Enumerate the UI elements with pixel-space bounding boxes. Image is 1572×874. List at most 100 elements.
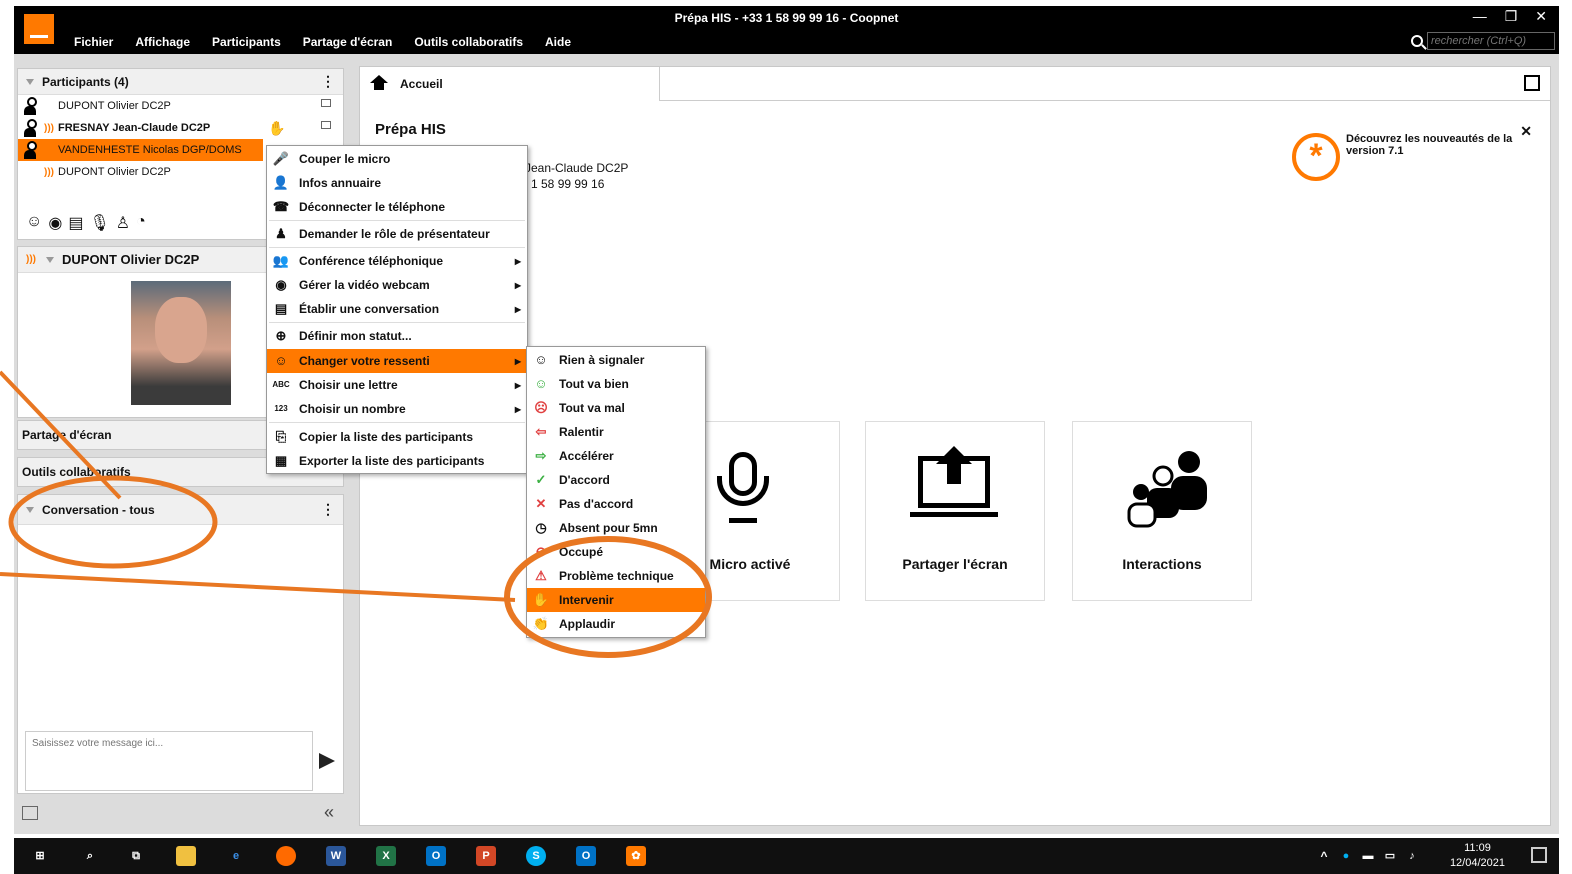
timer-icon[interactable]: ◔ <box>136 213 146 233</box>
group-icon: 👥 <box>272 253 290 268</box>
presenter-icon[interactable]: ♙ <box>116 213 130 233</box>
message-input[interactable] <box>25 731 313 791</box>
menu-export-list[interactable]: ▦ Exporter la liste des participants <box>267 449 527 473</box>
menu-choose-number[interactable]: 123 Choisir un nombre ▶ <box>267 397 527 421</box>
network-icon[interactable]: ▭ <box>1380 846 1400 866</box>
feeling-applaud[interactable]: 👏 Applaudir <box>527 612 705 636</box>
menu-fichier[interactable]: Fichier <box>74 35 113 49</box>
conversation-menu-icon[interactable]: ⋮ <box>321 501 335 518</box>
feeling-submenu: ☺ Rien à signaler ☺ Tout va bien ☹ Tout va … <box>526 346 706 638</box>
participant-row[interactable]: DUPONT Olivier DC2P <box>18 95 343 117</box>
tab-accueil[interactable]: Accueil <box>360 67 660 101</box>
separator <box>269 422 525 423</box>
outlook-icon[interactable]: O <box>426 846 446 866</box>
busy-icon: ⊖ <box>535 544 547 559</box>
file-explorer-icon[interactable] <box>176 846 196 866</box>
search-icon[interactable]: ⌕ <box>80 846 100 866</box>
send-icon[interactable] <box>319 753 335 769</box>
close-icon[interactable]: ✕ <box>1535 8 1547 25</box>
outlook-mail-icon[interactable]: O <box>576 846 596 866</box>
word-icon[interactable]: W <box>326 846 346 866</box>
panel-toggle-icon[interactable] <box>22 806 38 820</box>
menu-participants[interactable]: Participants <box>212 35 281 49</box>
menu-partage-ecran[interactable]: Partage d'écran <box>303 35 393 49</box>
microphone-icon[interactable]: 🎙 <box>89 213 109 233</box>
search-box <box>1411 32 1555 50</box>
menu-request-presenter[interactable]: ♟ Demander le rôle de présentateur <box>267 222 527 246</box>
webcam-icon: ◉ <box>275 277 287 292</box>
feeling-bad[interactable]: ☹ Tout va mal <box>527 396 705 420</box>
menu-phone-conference[interactable]: 👥 Conférence téléphonique ▶ <box>267 249 527 273</box>
close-icon[interactable]: ✕ <box>1520 123 1532 140</box>
feeling-busy[interactable]: ⊖ Occupé <box>527 540 705 564</box>
feeling-slow-down[interactable]: ⇦ Ralentir <box>527 420 705 444</box>
feeling-intervene[interactable]: ✋ Intervenir <box>527 588 705 612</box>
windows-start-icon[interactable]: ⊞ <box>30 846 50 866</box>
search-icon[interactable] <box>1411 35 1423 47</box>
feeling-nothing[interactable]: ☺ Rien à signaler <box>527 348 705 372</box>
sound-icon: ))) <box>44 122 54 134</box>
menu-set-status[interactable]: ⊕ Définir mon statut... <box>267 324 527 348</box>
smiley-icon[interactable]: ☺ <box>26 213 42 233</box>
participants-menu-icon[interactable]: ⋮ <box>321 73 335 90</box>
card-interactions[interactable]: Interactions <box>1072 421 1252 601</box>
participant-row-selected[interactable]: VANDENHESTE Nicolas DGP/DOMS <box>18 139 263 161</box>
feeling-tech-problem[interactable]: ⚠ Problème technique <box>527 564 705 588</box>
battery-icon[interactable]: ▬ <box>1358 846 1378 866</box>
presenter-icon: ♟ <box>275 226 287 241</box>
volume-icon[interactable]: ♪ <box>1402 846 1422 866</box>
collapse-icon[interactable] <box>26 506 34 513</box>
feeling-speed-up[interactable]: ⇨ Accélérer <box>527 444 705 468</box>
tray-chevron-icon[interactable]: ^ <box>1314 846 1334 866</box>
feeling-away[interactable]: ◷ Absent pour 5mn <box>527 516 705 540</box>
menu-outils[interactable]: Outils collaboratifs <box>414 35 523 49</box>
upload-arrow-stem-icon <box>947 462 961 484</box>
coopnet-icon[interactable]: ✿ <box>626 846 646 866</box>
submenu-arrow-icon: ▶ <box>514 356 521 366</box>
menu-copy-list[interactable]: ⎘ Copier la liste des participants <box>267 425 527 449</box>
menu-disconnect-phone[interactable]: ☎ Déconnecter le téléphone <box>267 195 527 219</box>
popout-icon[interactable] <box>1524 75 1540 91</box>
tray-skype-icon[interactable]: ● <box>1336 846 1356 866</box>
raised-hand-icon: ✋ <box>268 119 286 136</box>
edge-icon[interactable]: e <box>226 846 246 866</box>
menu-directory[interactable]: 👤 Infos annuaire <box>267 171 527 195</box>
participant-row[interactable]: ))) FRESNAY Jean-Claude DC2P ✋ <box>18 117 343 139</box>
search-input[interactable] <box>1427 32 1555 50</box>
firefox-icon[interactable] <box>276 846 296 866</box>
conversation-header[interactable]: Conversation - tous ⋮ <box>18 495 343 525</box>
feeling-agree[interactable]: ✓ D'accord <box>527 468 705 492</box>
menu-aide[interactable]: Aide <box>545 35 571 49</box>
menu-conversation[interactable]: ▤ Établir une conversation ▶ <box>267 297 527 321</box>
menu-change-feeling[interactable]: ☺ Changer votre ressenti ▶ <box>267 349 527 373</box>
conference-phone: 1 58 99 99 16 <box>531 177 605 191</box>
powerpoint-icon[interactable]: P <box>476 846 496 866</box>
news-text: Découvrez les nouveautés de la version 7… <box>1346 133 1513 157</box>
news-banner[interactable]: * Découvrez les nouveautés de la version… <box>1292 133 1532 181</box>
collapse-icon[interactable] <box>46 256 54 263</box>
clock-date: 12/04/2021 <box>1449 857 1505 869</box>
restore-icon[interactable]: ❐ <box>1505 8 1518 25</box>
menu-choose-letter[interactable]: ABC Choisir une lettre ▶ <box>267 373 527 397</box>
minimize-icon[interactable]: — <box>1473 8 1487 25</box>
feeling-disagree[interactable]: ✕ Pas d'accord <box>527 492 705 516</box>
participants-header[interactable]: Participants (4) ⋮ <box>18 69 343 95</box>
collapse-icon[interactable] <box>26 78 34 85</box>
menu-webcam[interactable]: ◉ Gérer la vidéo webcam ▶ <box>267 273 527 297</box>
clapping-icon: 👏 <box>532 616 550 631</box>
clock[interactable]: 11:09 12/04/2021 <box>1450 841 1505 871</box>
menu-mute[interactable]: 🎤 Couper le micro <box>267 147 527 171</box>
feeling-good[interactable]: ☺ Tout va bien <box>527 372 705 396</box>
collapse-panel-icon[interactable]: « <box>324 802 334 823</box>
skype-icon[interactable]: S <box>526 846 546 866</box>
card-share-screen[interactable]: Partager l'écran <box>865 421 1045 601</box>
excel-icon[interactable]: X <box>376 846 396 866</box>
contact-icon: 👤 <box>272 175 290 190</box>
webcam-icon[interactable]: ◉ <box>48 213 62 233</box>
menu-affichage[interactable]: Affichage <box>135 35 190 49</box>
happy-face-icon: ☺ <box>534 376 548 391</box>
task-view-icon[interactable]: ⧉ <box>126 846 146 866</box>
notification-icon[interactable] <box>1531 847 1547 863</box>
chat-icon[interactable]: ▤ <box>68 213 83 233</box>
laptop-base-icon <box>910 512 998 517</box>
